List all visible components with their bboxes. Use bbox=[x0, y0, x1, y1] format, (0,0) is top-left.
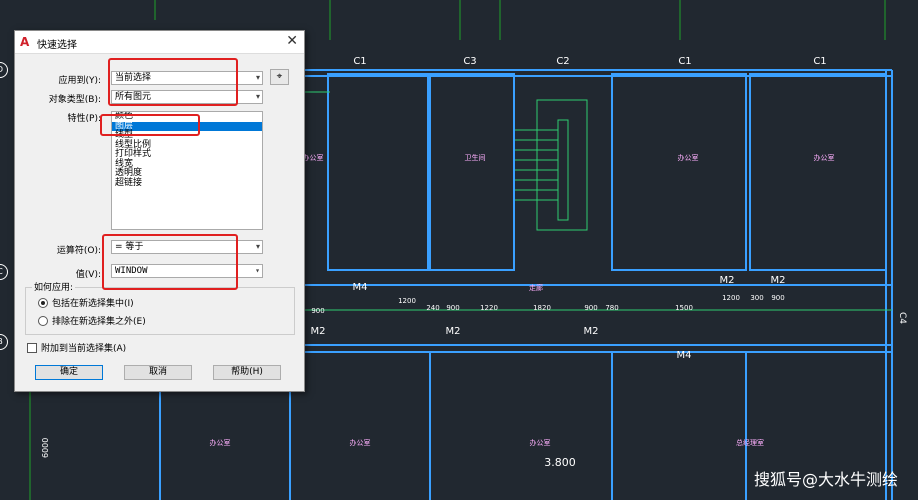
svg-text:900: 900 bbox=[446, 304, 459, 312]
append-checkbox[interactable]: 附加到当前选择集(A) bbox=[27, 341, 126, 354]
chevron-down-icon: ▾ bbox=[255, 266, 260, 275]
close-icon[interactable]: ✕ bbox=[286, 33, 298, 49]
svg-text:C3: C3 bbox=[463, 56, 476, 67]
svg-text:900: 900 bbox=[311, 307, 324, 315]
exclude-radio[interactable]: 排除在新选择集之外(E) bbox=[38, 314, 146, 327]
svg-text:1200: 1200 bbox=[722, 294, 740, 302]
svg-text:240: 240 bbox=[426, 304, 439, 312]
svg-text:C2: C2 bbox=[556, 56, 569, 67]
svg-text:总经理室: 总经理室 bbox=[736, 438, 764, 447]
include-radio[interactable]: 包括在新选择集中(I) bbox=[38, 296, 134, 309]
how-to-apply-label: 如何应用: bbox=[32, 280, 76, 293]
svg-text:300: 300 bbox=[750, 294, 763, 302]
watermark: 搜狐号@大水牛测绘 bbox=[753, 470, 898, 489]
svg-text:1200: 1200 bbox=[398, 297, 416, 305]
svg-text:卫生间: 卫生间 bbox=[465, 153, 486, 162]
properties-label: 特性(P): bbox=[67, 114, 101, 124]
apply-to-label: 应用到(Y): bbox=[58, 76, 101, 86]
append-checkbox-label: 附加到当前选择集(A) bbox=[41, 344, 127, 354]
how-to-apply-group: 如何应用: 包括在新选择集中(I) 排除在新选择集之外(E) bbox=[25, 280, 295, 335]
svg-text:办公室: 办公室 bbox=[678, 153, 699, 162]
svg-text:C1: C1 bbox=[678, 56, 691, 67]
dialog-title: 快速选择 bbox=[37, 40, 77, 51]
svg-text:780: 780 bbox=[605, 304, 618, 312]
svg-text:办公室: 办公室 bbox=[350, 438, 371, 447]
svg-text:办公室: 办公室 bbox=[210, 438, 231, 447]
help-button[interactable]: 帮助(H) bbox=[213, 365, 281, 380]
highlight-box-operator bbox=[102, 234, 238, 290]
svg-text:办公室: 办公室 bbox=[530, 438, 551, 447]
svg-text:办公室: 办公室 bbox=[303, 153, 324, 162]
object-type-label: 对象类型(B): bbox=[48, 95, 101, 105]
svg-text:C4: C4 bbox=[897, 312, 907, 324]
svg-text:M2: M2 bbox=[584, 326, 599, 337]
property-item[interactable]: 超链接 bbox=[112, 178, 262, 189]
include-radio-label: 包括在新选择集中(I) bbox=[52, 299, 134, 309]
svg-text:M2: M2 bbox=[311, 326, 326, 337]
chevron-down-icon: ▾ bbox=[255, 92, 260, 101]
svg-text:M2: M2 bbox=[720, 275, 735, 286]
value-label: 值(V): bbox=[75, 270, 101, 280]
svg-text:M2: M2 bbox=[771, 275, 786, 286]
property-item[interactable]: 打印样式 bbox=[112, 149, 262, 160]
svg-text:900: 900 bbox=[584, 304, 597, 312]
ok-button[interactable]: 确定 bbox=[35, 365, 103, 380]
highlight-box-layer bbox=[100, 114, 200, 136]
operator-label: 运算符(O): bbox=[56, 246, 101, 256]
svg-text:1220: 1220 bbox=[480, 304, 498, 312]
autocad-logo-icon: A bbox=[20, 35, 30, 49]
cancel-button[interactable]: 取消 bbox=[124, 365, 192, 380]
svg-text:6000: 6000 bbox=[41, 438, 50, 458]
checkbox-icon bbox=[27, 342, 37, 353]
svg-text:C1: C1 bbox=[353, 56, 366, 67]
svg-text:M4: M4 bbox=[677, 350, 692, 361]
highlight-box-apply bbox=[108, 58, 238, 106]
dialog-titlebar[interactable]: A 快速选择 ✕ bbox=[15, 31, 304, 54]
chevron-down-icon: ▾ bbox=[255, 73, 260, 82]
exclude-radio-label: 排除在新选择集之外(E) bbox=[52, 317, 146, 327]
svg-text:C1: C1 bbox=[813, 56, 826, 67]
radio-unchecked-icon bbox=[38, 315, 48, 326]
svg-text:M4: M4 bbox=[353, 282, 368, 293]
svg-text:办公室: 办公室 bbox=[814, 153, 835, 162]
svg-text:走廊: 走廊 bbox=[529, 283, 543, 292]
chevron-down-icon: ▾ bbox=[255, 242, 260, 251]
svg-text:3.800: 3.800 bbox=[544, 456, 576, 469]
svg-text:1500: 1500 bbox=[675, 304, 693, 312]
svg-text:1820: 1820 bbox=[533, 304, 551, 312]
select-objects-button[interactable]: ⌖ bbox=[270, 69, 289, 85]
radio-checked-icon bbox=[38, 297, 48, 308]
svg-text:M2: M2 bbox=[446, 326, 461, 337]
svg-text:900: 900 bbox=[771, 294, 784, 302]
